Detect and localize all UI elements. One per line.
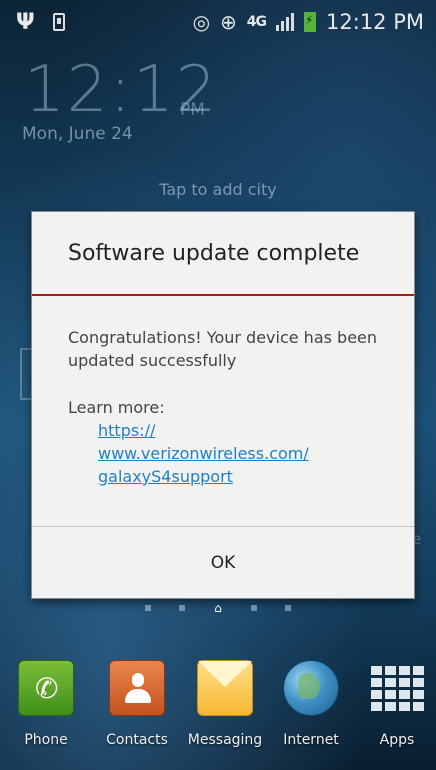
usb-icon: Ψ: [16, 9, 35, 35]
dock-app-internet[interactable]: Internet: [268, 660, 354, 748]
status-bar: Ψ ◎ ⊕ 4G 12:12 PM: [0, 0, 436, 44]
support-link-line-1[interactable]: https://: [98, 421, 155, 440]
support-link[interactable]: https:// www.verizonwireless.com/ galaxy…: [98, 419, 378, 488]
weather-city-prompt[interactable]: Tap to add city: [0, 180, 436, 199]
globe-icon[interactable]: [283, 660, 339, 716]
dock-app-phone[interactable]: ✆ Phone: [3, 660, 89, 748]
dock-app-messaging[interactable]: Messaging: [182, 660, 268, 748]
page-dot[interactable]: [285, 605, 291, 611]
page-dot[interactable]: [145, 605, 151, 611]
phone-icon[interactable]: ✆: [18, 660, 74, 716]
messaging-icon[interactable]: [197, 660, 253, 716]
battery-charging-icon: [304, 12, 317, 32]
app-label: Phone: [24, 732, 68, 748]
dialog-title: Software update complete: [32, 212, 414, 296]
clock-widget-date: Mon, June 24: [22, 124, 133, 144]
support-link-line-2[interactable]: www.verizonwireless.com/: [98, 444, 309, 463]
software-update-dialog: Software update complete Congratulations…: [32, 212, 414, 598]
page-dot[interactable]: [251, 605, 257, 611]
gps-icon: ⊕: [220, 10, 237, 34]
status-clock: 12:12 PM: [326, 10, 424, 34]
app-label: Internet: [283, 732, 339, 748]
eye-icon: ◎: [192, 10, 211, 34]
app-label: Contacts: [106, 732, 168, 748]
dock-app-apps[interactable]: Apps: [354, 660, 436, 748]
phone-icon: [52, 13, 65, 31]
page-indicator: ⌂: [0, 602, 436, 614]
status-right: ◎ ⊕ 4G 12:12 PM: [193, 10, 436, 34]
dialog-body: Congratulations! Your device has been up…: [32, 296, 414, 526]
contacts-icon[interactable]: [109, 660, 165, 716]
app-dock: ✆ Phone Contacts Messaging Internet Apps: [0, 660, 436, 760]
clock-widget-ampm: PM: [180, 100, 205, 120]
learn-more-label: Learn more:: [68, 398, 165, 417]
status-left: Ψ: [0, 10, 65, 35]
lte-icon: 4G: [246, 14, 267, 30]
home-page-icon[interactable]: ⌂: [213, 602, 223, 614]
page-dot[interactable]: [179, 605, 185, 611]
app-label: Apps: [379, 732, 415, 748]
app-label: Messaging: [187, 732, 263, 748]
home-screen: Ψ ◎ ⊕ 4G 12:12 PM 12:12 PM Mon, June 24 …: [0, 0, 436, 770]
dialog-message: Congratulations! Your device has been up…: [68, 328, 378, 370]
signal-icon: [276, 13, 295, 31]
apps-grid-icon[interactable]: [369, 660, 425, 716]
dock-app-contacts[interactable]: Contacts: [94, 660, 180, 748]
ok-button[interactable]: OK: [32, 527, 414, 599]
support-link-line-3[interactable]: galaxyS4support: [98, 467, 233, 486]
